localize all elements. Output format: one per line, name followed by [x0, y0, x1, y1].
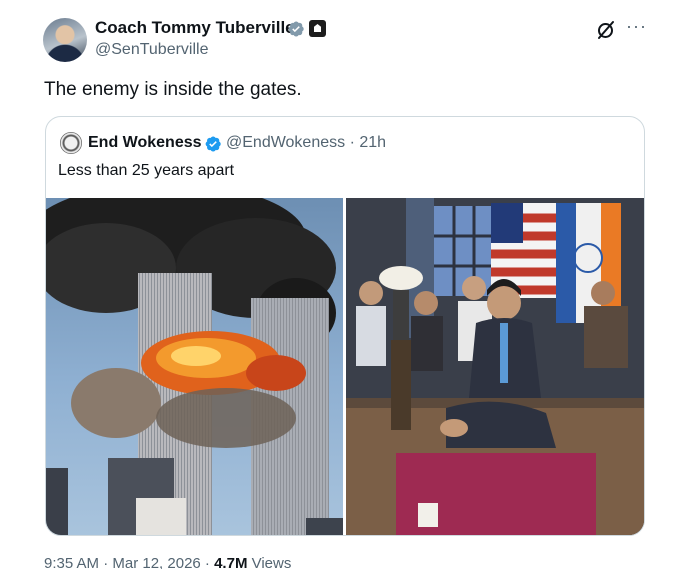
tweet-meta: 9:35 AM · Mar 12, 2026 · 4.7M Views — [44, 555, 291, 569]
government-badge-icon — [309, 20, 326, 37]
author-handle[interactable]: @SenTuberville — [95, 41, 208, 59]
quote-author-handle[interactable]: @EndWokeness — [226, 134, 345, 151]
author-name[interactable]: Coach Tommy Tuberville — [95, 18, 295, 38]
views-label: Views — [247, 555, 292, 569]
towers-illustration — [46, 198, 343, 535]
gathering-illustration — [346, 198, 644, 535]
media-image-left[interactable] — [46, 198, 343, 535]
views-count: 4.7M — [214, 555, 248, 569]
tweet-timestamp[interactable]: 9:35 AM · Mar 12, 2026 · — [44, 555, 214, 569]
quote-author-name[interactable]: End Wokeness — [88, 134, 202, 152]
quote-author-meta[interactable]: @EndWokeness · 21h — [226, 134, 386, 152]
author-avatar[interactable] — [43, 18, 87, 62]
tweet-text: The enemy is inside the gates. — [44, 79, 302, 100]
quote-text: Less than 25 years apart — [58, 162, 235, 179]
verified-badge-icon — [288, 21, 304, 37]
verified-badge-icon — [205, 136, 221, 152]
quote-time: · 21h — [345, 134, 387, 151]
quote-author-avatar[interactable] — [60, 132, 82, 154]
media-image-right[interactable] — [346, 198, 644, 535]
more-icon[interactable]: ··· — [626, 16, 647, 37]
quoted-tweet[interactable]: End Wokeness @EndWokeness · 21h Less tha… — [45, 116, 645, 536]
grok-icon[interactable] — [596, 20, 616, 40]
